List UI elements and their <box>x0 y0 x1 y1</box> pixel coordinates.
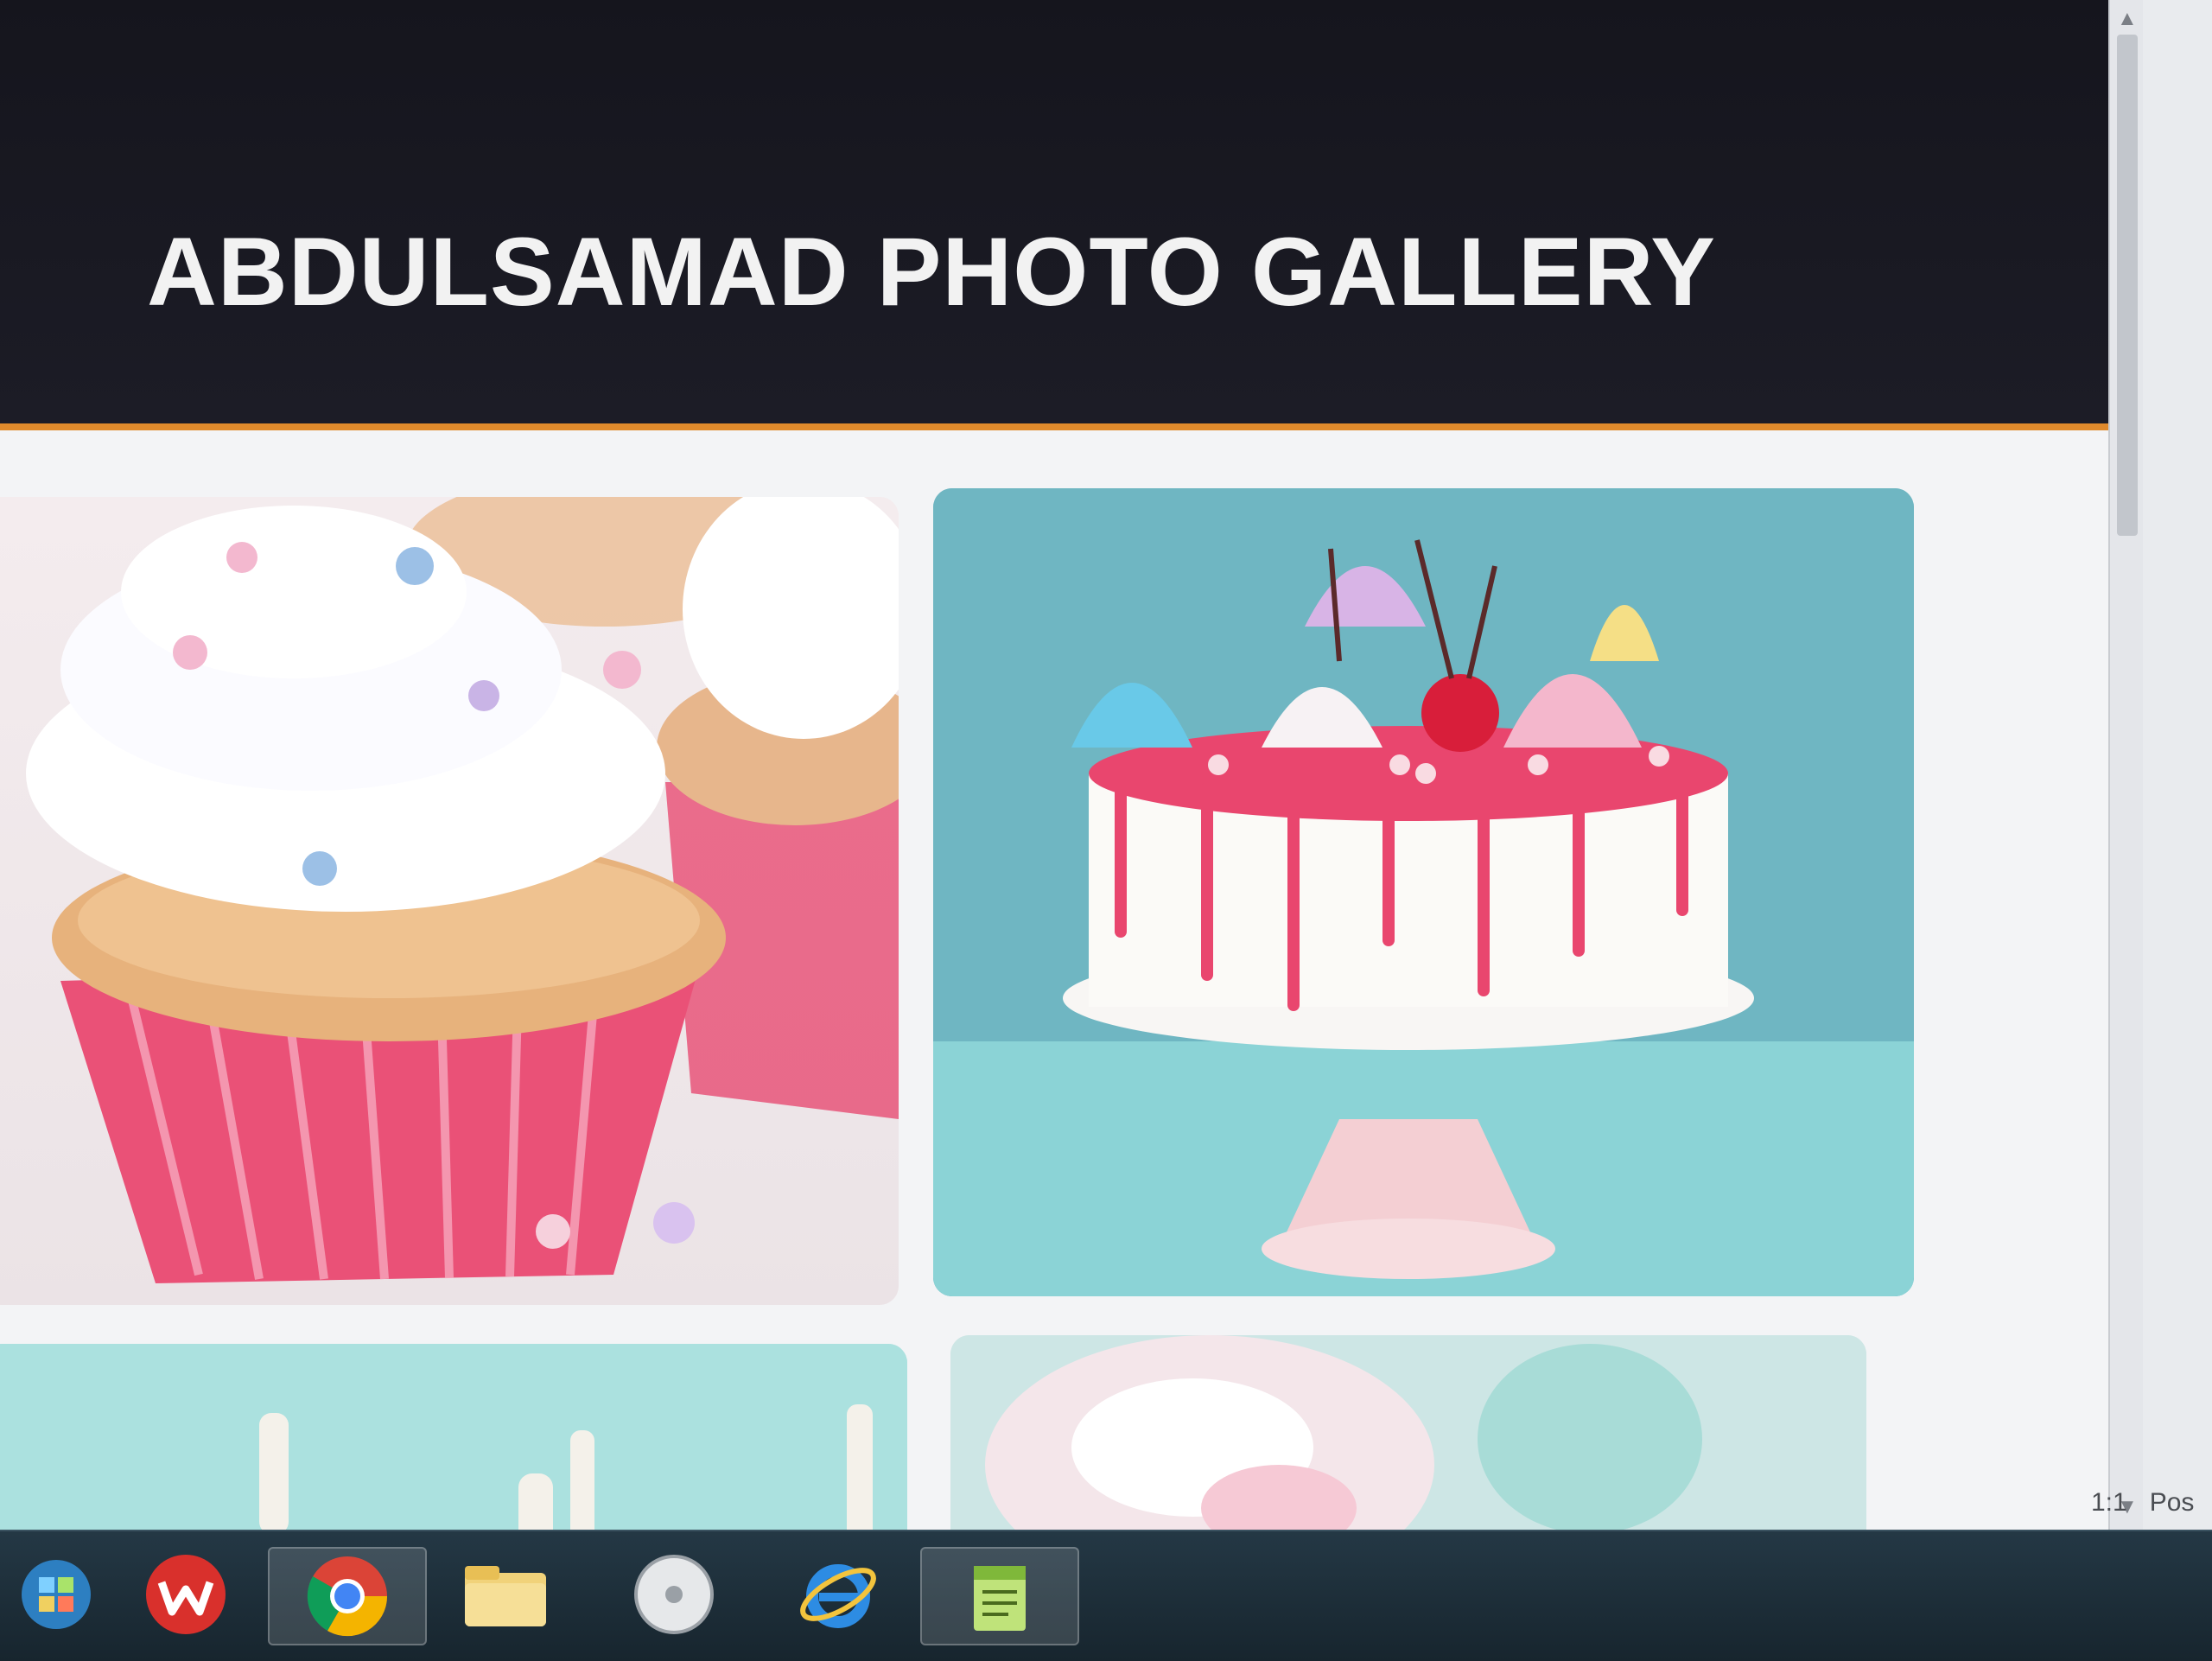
gallery-image-drip-cake[interactable] <box>933 488 1914 1296</box>
taskbar-media-player[interactable] <box>618 1547 730 1642</box>
media-player-icon <box>634 1555 714 1634</box>
cursor-position: 1:1 <box>2091 1488 2127 1517</box>
gallery-image-meringue[interactable] <box>950 1335 1866 1530</box>
editor-status-bar: 1:1 Pos <box>2091 1488 2212 1518</box>
browser-viewport: ABDULSAMAD PHOTO GALLERY <box>0 0 2108 1530</box>
taskbar-notepad-plus[interactable] <box>920 1547 1079 1645</box>
wps-office-icon <box>146 1555 226 1634</box>
vertical-scrollbar[interactable]: ▲ ▼ <box>2108 0 2145 1530</box>
page-title: ABDULSAMAD PHOTO GALLERY <box>147 218 1716 327</box>
start-orb-icon <box>22 1560 91 1629</box>
taskbar-internet-explorer[interactable] <box>782 1547 894 1642</box>
taskbar-chrome[interactable] <box>268 1547 427 1645</box>
gallery-image-cupcakes[interactable] <box>0 497 899 1305</box>
taskbar-file-explorer[interactable] <box>449 1547 562 1642</box>
drip-cake-photo-icon <box>933 488 1914 1296</box>
internet-explorer-icon <box>800 1564 876 1628</box>
gallery-image-candles[interactable] <box>0 1344 907 1530</box>
file-explorer-icon <box>465 1566 546 1626</box>
meringue-photo-icon <box>950 1335 1866 1530</box>
chrome-icon <box>307 1556 388 1637</box>
editor-side-panel <box>2143 0 2212 1530</box>
candles-photo-icon <box>0 1344 907 1530</box>
taskbar <box>0 1530 2212 1661</box>
start-button[interactable] <box>0 1547 112 1642</box>
scroll-up-arrow-icon[interactable]: ▲ <box>2117 7 2138 31</box>
notepad-plus-icon <box>974 1566 1026 1631</box>
scroll-thumb[interactable] <box>2117 35 2138 536</box>
cupcakes-photo-icon <box>0 497 899 1305</box>
pos-label: Pos <box>2149 1488 2195 1517</box>
taskbar-wps-office[interactable] <box>130 1547 242 1642</box>
site-header: ABDULSAMAD PHOTO GALLERY <box>0 0 2108 430</box>
desktop-screen: ABDULSAMAD PHOTO GALLERY ▲ ▼ 1:1 Pos <box>0 0 2212 1661</box>
